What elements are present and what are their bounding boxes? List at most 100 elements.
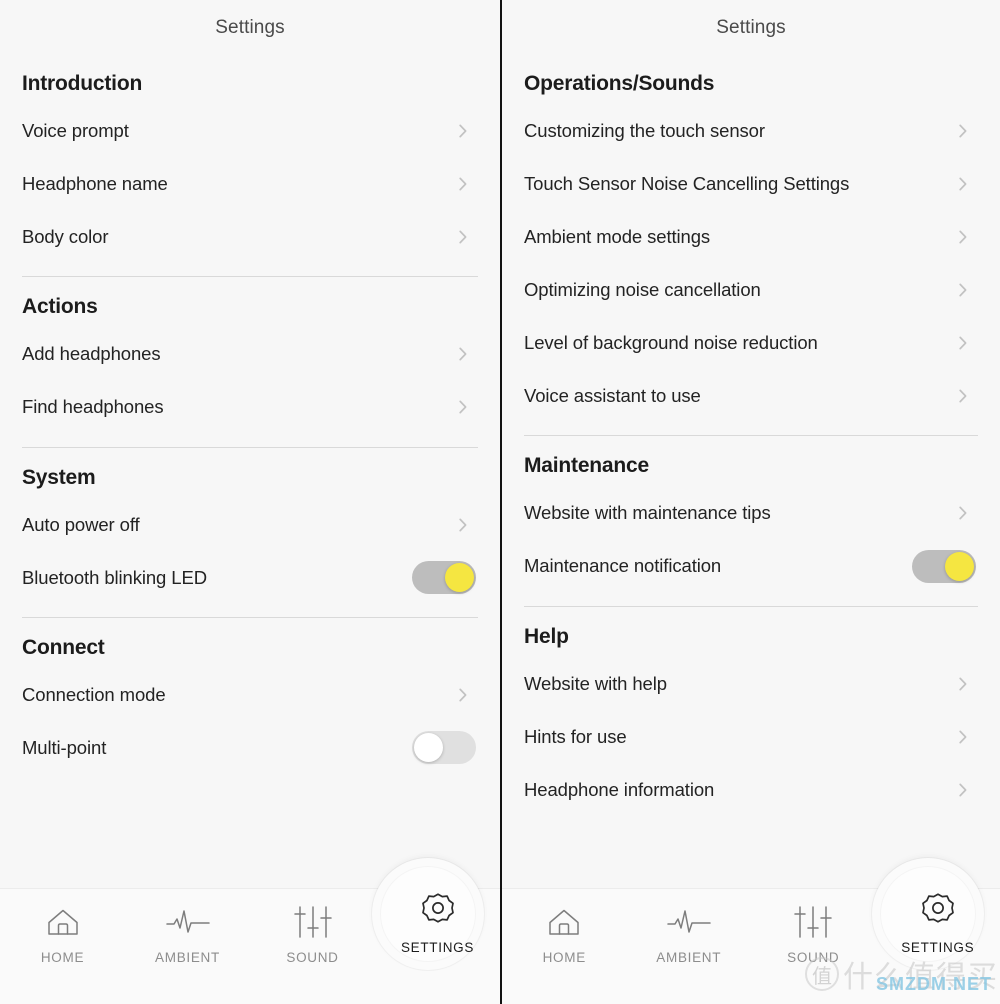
chevron-right-icon: [954, 175, 972, 193]
settings-row[interactable]: Connection mode: [22, 668, 478, 721]
settings-row[interactable]: Headphone name: [22, 157, 478, 210]
settings-row[interactable]: Headphone information: [524, 763, 978, 816]
chevron-right-icon: [954, 781, 972, 799]
section-divider: [524, 435, 978, 437]
toggle-switch[interactable]: [412, 561, 476, 595]
chevron-right-icon: [954, 728, 972, 746]
settings-row[interactable]: Voice prompt: [22, 104, 478, 157]
gear-icon: [918, 891, 958, 929]
home-icon: [45, 903, 81, 941]
nav-item-settings[interactable]: SETTINGS: [375, 893, 500, 965]
bottom-nav-left[interactable]: HOME AMBIENT SOUND SETTINGS: [0, 858, 500, 1004]
settings-row-label: Add headphones: [22, 343, 161, 365]
settings-row[interactable]: Add headphones: [22, 328, 478, 381]
nav-item-label: SETTINGS: [400, 940, 475, 955]
settings-row-label: Optimizing noise cancellation: [524, 278, 761, 300]
toggle-switch[interactable]: [912, 549, 976, 583]
section-divider: [22, 276, 478, 278]
settings-row-label: Body color: [22, 225, 109, 247]
nav-item-label: SETTINGS: [901, 940, 975, 955]
chevron-right-icon: [454, 686, 472, 704]
nav-item-label: AMBIENT: [656, 950, 722, 965]
dual-screenshot-container: Settings Introduction Voice prompt Headpho…: [0, 0, 1000, 1004]
app-header-right: Settings: [502, 0, 1000, 56]
settings-section: Actions Add headphones Find headphones: [22, 279, 478, 433]
chevron-right-icon: [954, 675, 972, 693]
settings-row-label: Customizing the touch sensor: [524, 119, 765, 141]
section-divider: [22, 446, 478, 448]
nav-items-left: HOME AMBIENT SOUND SETTINGS: [0, 889, 500, 1004]
nav-item-ambient[interactable]: AMBIENT: [125, 903, 250, 965]
settings-section: Connect Connection mode Multi-point: [22, 620, 478, 774]
chevron-right-icon: [954, 228, 972, 246]
chevron-right-icon: [454, 122, 472, 140]
settings-row-label: Headphone name: [22, 172, 168, 194]
section-title: Connect: [22, 636, 105, 660]
nav-item-sound[interactable]: SOUND: [250, 903, 375, 965]
settings-row[interactable]: Voice assistant to use: [524, 369, 978, 422]
settings-row-label: Headphone information: [524, 778, 715, 800]
nav-item-home[interactable]: HOME: [0, 903, 125, 965]
chevron-right-icon: [454, 345, 472, 363]
settings-section: System Auto power off Bluetooth blinking L…: [22, 450, 478, 604]
settings-row-label: Auto power off: [22, 513, 140, 535]
nav-item-label: HOME: [40, 950, 85, 965]
page-title: Settings: [215, 17, 285, 38]
nav-item-settings[interactable]: SETTINGS: [876, 893, 1000, 965]
settings-row[interactable]: Optimizing noise cancellation: [524, 263, 978, 316]
section-divider: [524, 605, 978, 607]
nav-item-ambient[interactable]: AMBIENT: [627, 903, 752, 965]
settings-row[interactable]: Bluetooth blinking LED: [22, 551, 478, 604]
toggle-knob: [945, 551, 974, 581]
settings-row[interactable]: Multi-point: [22, 721, 478, 774]
chevron-right-icon: [454, 175, 472, 193]
settings-row[interactable]: Maintenance notification: [524, 540, 978, 593]
left-settings-screen: Settings Introduction Voice prompt Headpho…: [0, 0, 500, 1004]
settings-row-label: Bluetooth blinking LED: [22, 566, 207, 588]
settings-row[interactable]: Ambient mode settings: [524, 210, 978, 263]
waveform-icon: [165, 903, 211, 941]
settings-row-label: Ambient mode settings: [524, 225, 711, 247]
settings-section: Help Website with help Hints for use Headph…: [524, 609, 978, 816]
settings-row[interactable]: Touch Sensor Noise Cancelling Settings: [524, 157, 978, 210]
section-title: System: [22, 465, 96, 489]
nav-item-label: SOUND: [286, 950, 339, 965]
section-title: Operations/Sounds: [524, 72, 715, 95]
bottom-nav-right[interactable]: HOME AMBIENT SOUND SETTINGS: [502, 858, 1000, 1004]
settings-section: Introduction Voice prompt Headphone name Bo…: [22, 56, 478, 263]
settings-row-label: Multi-point: [22, 736, 107, 758]
chevron-right-icon: [954, 334, 972, 352]
section-divider: [22, 617, 478, 619]
settings-row[interactable]: Hints for use: [524, 710, 978, 763]
chevron-right-icon: [954, 387, 972, 405]
settings-row-label: Find headphones: [22, 396, 164, 418]
settings-row-label: Connection mode: [22, 683, 166, 705]
section-title: Introduction: [22, 72, 143, 95]
nav-item-home[interactable]: HOME: [502, 903, 627, 965]
settings-row[interactable]: Level of background noise reduction: [524, 316, 978, 369]
settings-section: Operations/Sounds Customizing the touch s…: [524, 56, 978, 422]
nav-item-sound[interactable]: SOUND: [751, 903, 876, 965]
settings-row-label: Website with maintenance tips: [524, 502, 771, 524]
settings-row[interactable]: Customizing the touch sensor: [524, 104, 978, 157]
settings-row[interactable]: Website with help: [524, 657, 978, 710]
settings-row-label: Hints for use: [524, 725, 627, 747]
settings-row-label: Website with help: [524, 672, 667, 694]
settings-row[interactable]: Website with maintenance tips: [524, 487, 978, 540]
gear-icon: [418, 891, 458, 929]
settings-row[interactable]: Find headphones: [22, 381, 478, 434]
settings-row[interactable]: Body color: [22, 210, 478, 263]
settings-row-label: Voice assistant to use: [524, 384, 701, 406]
nav-items-right: HOME AMBIENT SOUND SETTINGS: [502, 889, 1000, 1004]
chevron-right-icon: [454, 516, 472, 534]
section-title: Maintenance: [524, 454, 649, 478]
settings-row-label: Touch Sensor Noise Cancelling Settings: [524, 172, 850, 194]
settings-row[interactable]: Auto power off: [22, 498, 478, 551]
page-title: Settings: [716, 17, 786, 38]
app-header-left: Settings: [0, 0, 500, 56]
toggle-switch[interactable]: [412, 731, 476, 765]
nav-item-label: SOUND: [787, 950, 840, 965]
settings-row-label: Voice prompt: [22, 119, 129, 141]
chevron-right-icon: [454, 228, 472, 246]
settings-section: Maintenance Website with maintenance tips…: [524, 438, 978, 592]
